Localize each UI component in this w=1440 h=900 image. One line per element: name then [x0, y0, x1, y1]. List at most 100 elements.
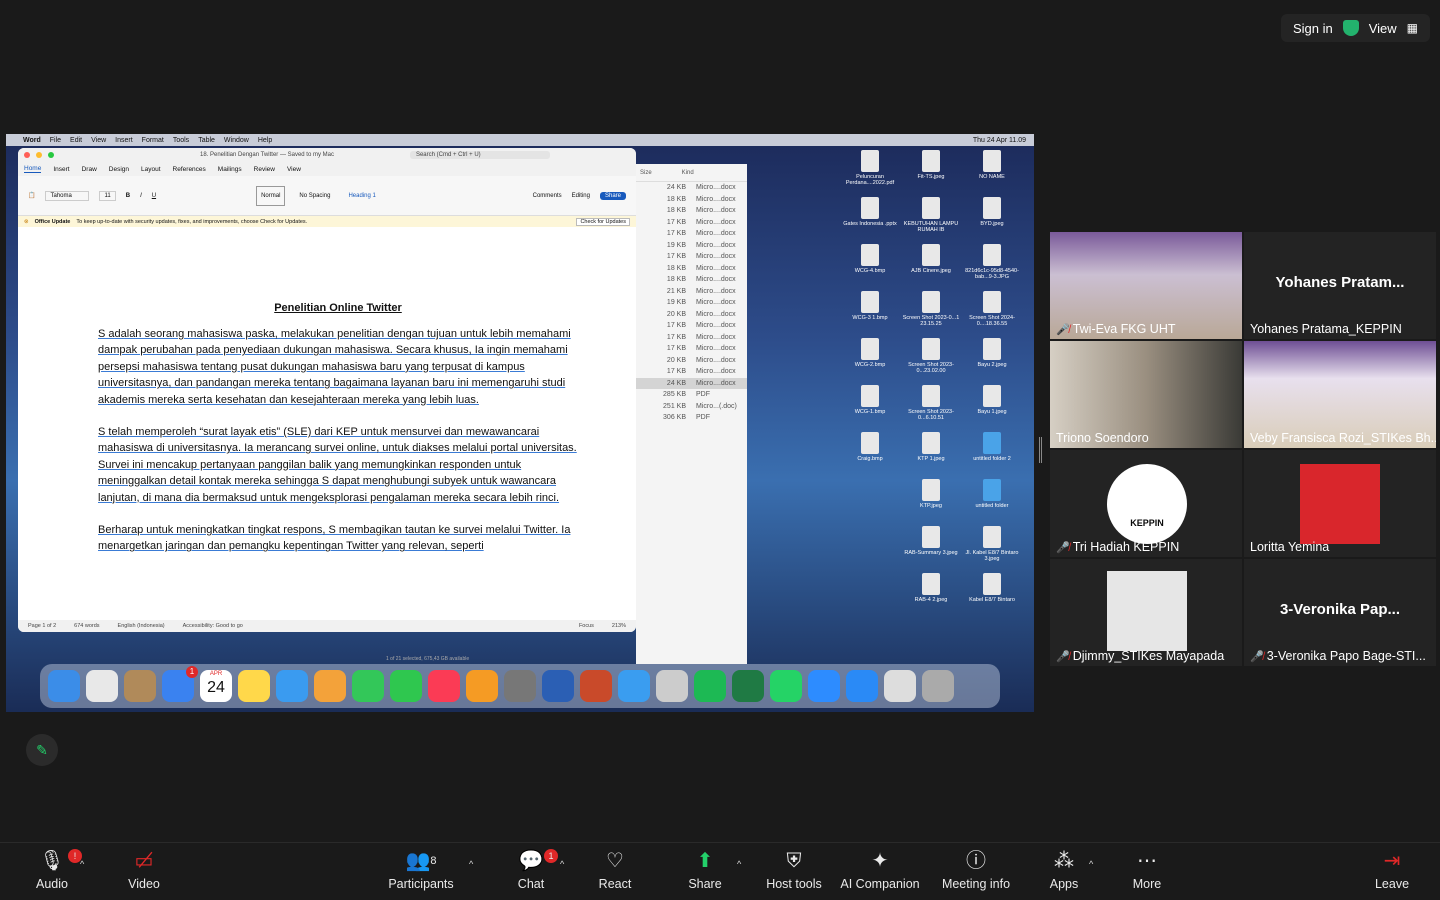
finder-row[interactable]: 20 KB Micro....docx [636, 355, 747, 367]
desktop-file-icon[interactable]: KTP 1.jpeg [902, 432, 960, 462]
messages-app-icon[interactable] [352, 670, 384, 702]
annotate-pencil-icon[interactable]: ✎ [26, 734, 58, 766]
mac-menu-item[interactable]: Word [23, 137, 41, 144]
bold-button[interactable]: B [126, 193, 130, 199]
finder-row[interactable]: 17 KB Micro....docx [636, 343, 747, 355]
style-no-spacing[interactable]: No Spacing [295, 187, 334, 205]
ribbon-tab[interactable]: Draw [82, 166, 97, 173]
finder-row[interactable]: 18 KB Micro....docx [636, 274, 747, 286]
audio-caret-icon[interactable]: ^ [80, 859, 84, 869]
finder-row[interactable]: 21 KB Micro....docx [636, 286, 747, 298]
launchpad-app-icon[interactable] [86, 670, 118, 702]
desktop-file-icon[interactable]: untitled folder [963, 479, 1021, 509]
mac-menu-item[interactable]: Edit [70, 137, 82, 144]
music-app-icon[interactable] [428, 670, 460, 702]
participant-tile[interactable]: 3-Veronika Pap... 🎤̸ 3-Veronika Papo Bage… [1244, 559, 1436, 666]
ribbon-tab[interactable]: Insert [53, 166, 69, 173]
style-heading1[interactable]: Heading 1 [344, 187, 379, 205]
ribbon-tab[interactable]: Home [24, 165, 42, 173]
calendar-app-icon[interactable]: APR 24 [200, 670, 232, 702]
apps-caret-icon[interactable]: ^ [1089, 859, 1093, 869]
minimize-dot-icon[interactable] [36, 152, 42, 158]
finder-row[interactable]: 20 KB Micro....docx [636, 309, 747, 321]
finder-row[interactable]: 285 KB PDF [636, 389, 747, 401]
participant-tile[interactable]: Veby Fransisca Rozi_STIKes Bh... [1244, 341, 1436, 448]
participants-button[interactable]: 👥8 Participants [388, 849, 454, 891]
mac-menu-item[interactable]: Help [258, 137, 272, 144]
spotify-app-icon[interactable] [694, 670, 726, 702]
finder-row[interactable]: 17 KB Micro....docx [636, 217, 747, 229]
word-search[interactable]: Search (Cmd + Ctrl + U) [409, 151, 550, 159]
safari-app-icon[interactable] [618, 670, 650, 702]
italic-button[interactable]: I [140, 193, 142, 199]
shared-screen[interactable]: Word File Edit View Insert Format Tools Table Wi… [6, 134, 1034, 712]
participant-tile[interactable]: 🎤̸ Djimmy_STIKes Mayapada [1050, 559, 1242, 666]
participants-caret-icon[interactable]: ^ [469, 859, 473, 869]
desktop-file-icon[interactable]: Screen Shot 2023-0...6.10.51 [902, 385, 960, 421]
video-button[interactable]: ▭̸ Video [120, 849, 168, 891]
finder-row[interactable]: 17 KB Micro....docx [636, 366, 747, 378]
settings-app-icon[interactable] [504, 670, 536, 702]
finder-row[interactable]: 18 KB Micro....docx [636, 263, 747, 275]
participant-tile-active[interactable]: Triono Soendoro [1050, 341, 1242, 448]
finder-row[interactable]: 19 KB Micro....docx [636, 297, 747, 309]
zoom-dot-icon[interactable] [48, 152, 54, 158]
audio-button[interactable]: 🎙! Audio [30, 849, 82, 891]
finder-row[interactable]: 17 KB Micro....docx [636, 320, 747, 332]
mac-menu-item[interactable]: Tools [173, 137, 189, 144]
finder-app-icon[interactable] [48, 670, 80, 702]
ribbon-tab[interactable]: References [173, 166, 206, 173]
check-updates-button[interactable]: Check for Updates [576, 217, 630, 226]
whatsapp-app-icon[interactable] [770, 670, 802, 702]
books-app-icon[interactable] [466, 670, 498, 702]
desktop-file-icon[interactable]: Fit-TS.jpeg [902, 150, 960, 180]
finder-row[interactable]: 18 KB Micro....docx [636, 205, 747, 217]
maps-app-icon[interactable] [276, 670, 308, 702]
desktop-file-icon[interactable]: Screen Shot 2023-0...1 23.15.25 [902, 291, 960, 327]
react-button[interactable]: ♡ React [596, 849, 634, 891]
desktop-file-icon[interactable]: BYD.jpeg [963, 197, 1021, 227]
mac-menu-item[interactable]: View [91, 137, 106, 144]
photos-app-icon[interactable] [314, 670, 346, 702]
underline-button[interactable]: U [152, 193, 156, 199]
mac-menu-item[interactable]: Table [198, 137, 215, 144]
contacts-app-icon[interactable] [124, 670, 156, 702]
share-button[interactable]: ⬆ Share [684, 849, 726, 891]
close-dot-icon[interactable] [24, 152, 30, 158]
facetime-app-icon[interactable] [390, 670, 422, 702]
desktop-file-icon[interactable]: RAB-4 2.jpeg [902, 573, 960, 603]
desktop-file-icon[interactable]: untitled folder 2 [963, 432, 1021, 462]
apps-button[interactable]: ⁂ Apps [1046, 849, 1082, 891]
desktop-file-icon[interactable]: Bayu 1.jpeg [963, 385, 1021, 415]
desktop-file-icon[interactable]: Bayu 2.jpeg [963, 338, 1021, 368]
desktop-file-icon[interactable]: Kabel E8/7 Bintaro [963, 573, 1021, 603]
paste-button[interactable]: 📋 [28, 192, 35, 199]
preview-app-icon[interactable] [656, 670, 688, 702]
powerpoint-app-icon[interactable] [580, 670, 612, 702]
ribbon-tab[interactable]: Review [254, 166, 275, 173]
notes-app-icon[interactable] [238, 670, 270, 702]
ribbon-tab[interactable]: View [287, 166, 301, 173]
zoom-app-icon[interactable] [808, 670, 840, 702]
grid-icon[interactable]: ▦ [1407, 21, 1418, 35]
mac-menu-item[interactable]: Format [142, 137, 164, 144]
appstore-app-icon[interactable] [846, 670, 878, 702]
comments-button[interactable]: Comments [533, 193, 562, 199]
chat-button[interactable]: 💬 1 Chat [512, 849, 558, 891]
participant-tile[interactable]: 🎤̸ Twi-Eva FKG UHT [1050, 232, 1242, 339]
style-normal[interactable]: Normal [256, 185, 286, 206]
finder-row[interactable]: 17 KB Micro....docx [636, 251, 747, 263]
font-size[interactable]: 11 [99, 190, 116, 201]
participant-tile[interactable]: KEPPIN 🎤̸ Tri Hadiah KEPPIN [1050, 450, 1242, 557]
desktop-file-icon[interactable]: WCG-2.bmp [841, 338, 899, 368]
participant-tile[interactable]: Loritta Yemina [1244, 450, 1436, 557]
leave-button[interactable]: ⇥ Leave [1372, 849, 1412, 891]
finder-row[interactable]: 24 KB Micro....docx [636, 377, 747, 389]
desktop-file-icon[interactable]: WCG-1.bmp [841, 385, 899, 415]
desktop-file-icon[interactable]: WCG-3 1.bmp [841, 291, 899, 321]
finder-row[interactable]: 19 KB Micro....docx [636, 240, 747, 252]
desktop-file-icon[interactable]: NO NAME [963, 150, 1021, 180]
desktop-file-icon[interactable]: Jl. Kabel E8/7 Bintaro 3.jpeg [963, 526, 1021, 562]
participant-tile[interactable]: Yohanes Pratam... Yohanes Pratama_KEPPIN [1244, 232, 1436, 339]
more-button[interactable]: ⋯ More [1128, 849, 1166, 891]
